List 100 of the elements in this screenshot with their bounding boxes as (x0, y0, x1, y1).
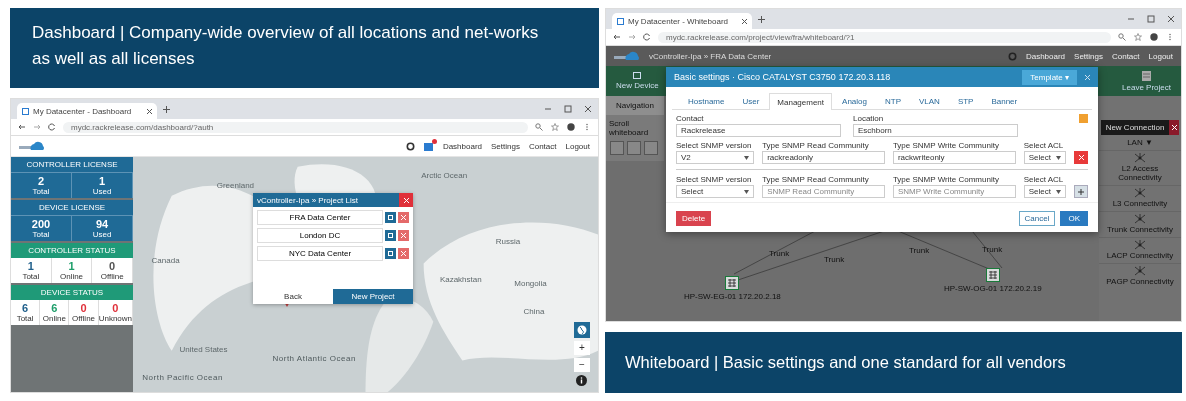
close-icon[interactable] (584, 105, 592, 113)
map-label: Mongolia (514, 279, 547, 289)
notification-icon[interactable] (423, 141, 434, 151)
nav-link[interactable]: Dashboard (442, 141, 483, 151)
address-bar[interactable]: mydc.rackrelease.com/dashboard/?auth (63, 121, 528, 133)
close-icon[interactable] (147, 108, 152, 114)
delete-button[interactable]: Delete (676, 211, 712, 226)
nav-link[interactable]: Contact (528, 141, 557, 151)
settings-tab[interactable]: Analog (834, 93, 875, 109)
input-field[interactable]: SNMP Read Community (762, 185, 885, 198)
back-button[interactable]: Back (253, 289, 333, 304)
map-label: Russia (495, 236, 521, 246)
new-tab-icon[interactable] (163, 105, 170, 113)
back-icon[interactable] (613, 33, 621, 41)
field-label: Select ACL (1023, 141, 1065, 150)
select-field[interactable]: V2 (676, 151, 755, 164)
project-item[interactable]: FRA Data Center (257, 210, 383, 225)
settings-tab[interactable]: Banner (983, 93, 1026, 109)
connection-item[interactable]: LACP Connectivity (1099, 237, 1181, 262)
settings-tab[interactable]: Management (769, 93, 833, 110)
connection-item[interactable]: L2 Access Connectivity (1099, 150, 1181, 184)
nav-link[interactable]: Contact (1111, 51, 1140, 61)
forward-icon[interactable] (628, 33, 636, 41)
connection-item[interactable]: Trunk Connectivity (1099, 211, 1181, 236)
node-label: HP-SW-OG-01 172.20.2.19 (944, 284, 1042, 293)
input-field[interactable]: Rackrelease (676, 124, 841, 137)
close-button[interactable] (1169, 120, 1179, 135)
card-title: CONTROLLER STATUS (11, 243, 133, 258)
lan-dropdown[interactable]: LAN ▼ (1099, 136, 1181, 149)
search-icon[interactable] (1118, 33, 1126, 41)
browser-tab[interactable]: My Datacenter - Dashboard (17, 103, 157, 119)
map-label: China (523, 307, 545, 317)
settings-tab[interactable]: VLAN (910, 93, 948, 109)
reload-icon[interactable] (643, 33, 651, 41)
settings-tab[interactable]: NTP (876, 93, 909, 109)
plus-icon[interactable] (1078, 188, 1084, 195)
close-icon[interactable] (742, 18, 747, 24)
input-field[interactable]: rackreadonly (762, 151, 885, 164)
input-field[interactable]: SNMP Write Community (892, 185, 1016, 198)
select-field[interactable]: Select (676, 185, 755, 198)
nav-link[interactable]: Settings (491, 141, 520, 151)
field-label: Location (853, 114, 885, 123)
logo-icon (614, 51, 640, 61)
edge-label: Trunk (982, 245, 1003, 254)
stat-label: Online (59, 272, 84, 281)
settings-tab[interactable]: Hostname (680, 93, 733, 109)
back-icon[interactable] (18, 123, 26, 131)
settings-tab[interactable]: User (734, 93, 768, 109)
page-icon (22, 107, 29, 115)
input-field[interactable]: rackwriteonly (892, 151, 1016, 164)
maximize-icon[interactable] (564, 105, 572, 113)
select-field[interactable]: Select (1023, 151, 1066, 164)
nav-link[interactable]: Settings (1074, 51, 1103, 61)
stat-value: 1 (68, 260, 75, 272)
remove-button[interactable] (1074, 151, 1088, 164)
close-button[interactable] (399, 193, 413, 207)
forward-icon[interactable] (33, 123, 41, 131)
star-icon[interactable] (1134, 33, 1142, 41)
cancel-button[interactable]: Cancel (1018, 211, 1056, 226)
project-item[interactable]: London DC (257, 228, 383, 243)
search-icon[interactable] (535, 123, 543, 131)
new-connection-button[interactable]: New Connection (1101, 120, 1169, 135)
menu-icon[interactable] (583, 123, 591, 131)
zoom-out-button[interactable]: − (574, 358, 590, 372)
account-icon[interactable] (1150, 33, 1158, 41)
add-button[interactable] (1074, 185, 1088, 198)
input-field[interactable]: Eschborn (853, 124, 1018, 137)
menu-icon[interactable] (1166, 33, 1174, 41)
edge-label: Trunk (909, 246, 930, 255)
address-bar[interactable]: mydc.rackrelease.com/project/view/fra/whiteboard/?1 (658, 31, 1111, 43)
nav-link[interactable]: Logout (565, 141, 590, 151)
select-field[interactable]: Select (1023, 185, 1066, 198)
leave-project-button[interactable]: Leave Project (1122, 70, 1171, 92)
connection-item[interactable]: PAGP Connectivity (1099, 263, 1181, 288)
connection-item[interactable]: L3 Connectivity (1099, 185, 1181, 210)
dialog-title: vController-Ipa » Project List (257, 195, 359, 205)
nav-link[interactable]: Dashboard (1025, 51, 1066, 61)
new-device-button[interactable]: New Device (616, 72, 659, 90)
maximize-icon[interactable] (1147, 15, 1155, 23)
account-icon[interactable] (567, 123, 575, 131)
star-icon[interactable] (551, 123, 559, 131)
nav-link[interactable]: Logout (1148, 51, 1173, 61)
switch-icon[interactable] (985, 268, 1000, 282)
close-icon[interactable] (1167, 15, 1175, 23)
info-icon[interactable] (576, 375, 588, 386)
field-label: Type SNMP Read Community (762, 175, 870, 184)
settings-tab[interactable]: STP (949, 93, 982, 109)
new-project-button[interactable]: New Project (333, 289, 413, 304)
new-tab-icon[interactable] (758, 15, 765, 23)
world-map[interactable] (133, 157, 598, 392)
browser-tab[interactable]: My Datacenter - Whiteboard (612, 13, 752, 29)
ok-button[interactable]: OK (1060, 211, 1088, 226)
project-item[interactable]: NYC Data Center (257, 246, 383, 261)
reload-icon[interactable] (48, 123, 56, 131)
card-title: DEVICE STATUS (11, 285, 133, 300)
stat-label: Total (32, 230, 50, 239)
map-label: Canada (151, 255, 180, 265)
field-label: Contact (676, 114, 705, 123)
switch-icon[interactable] (725, 276, 740, 290)
caret-icon (1056, 189, 1061, 194)
